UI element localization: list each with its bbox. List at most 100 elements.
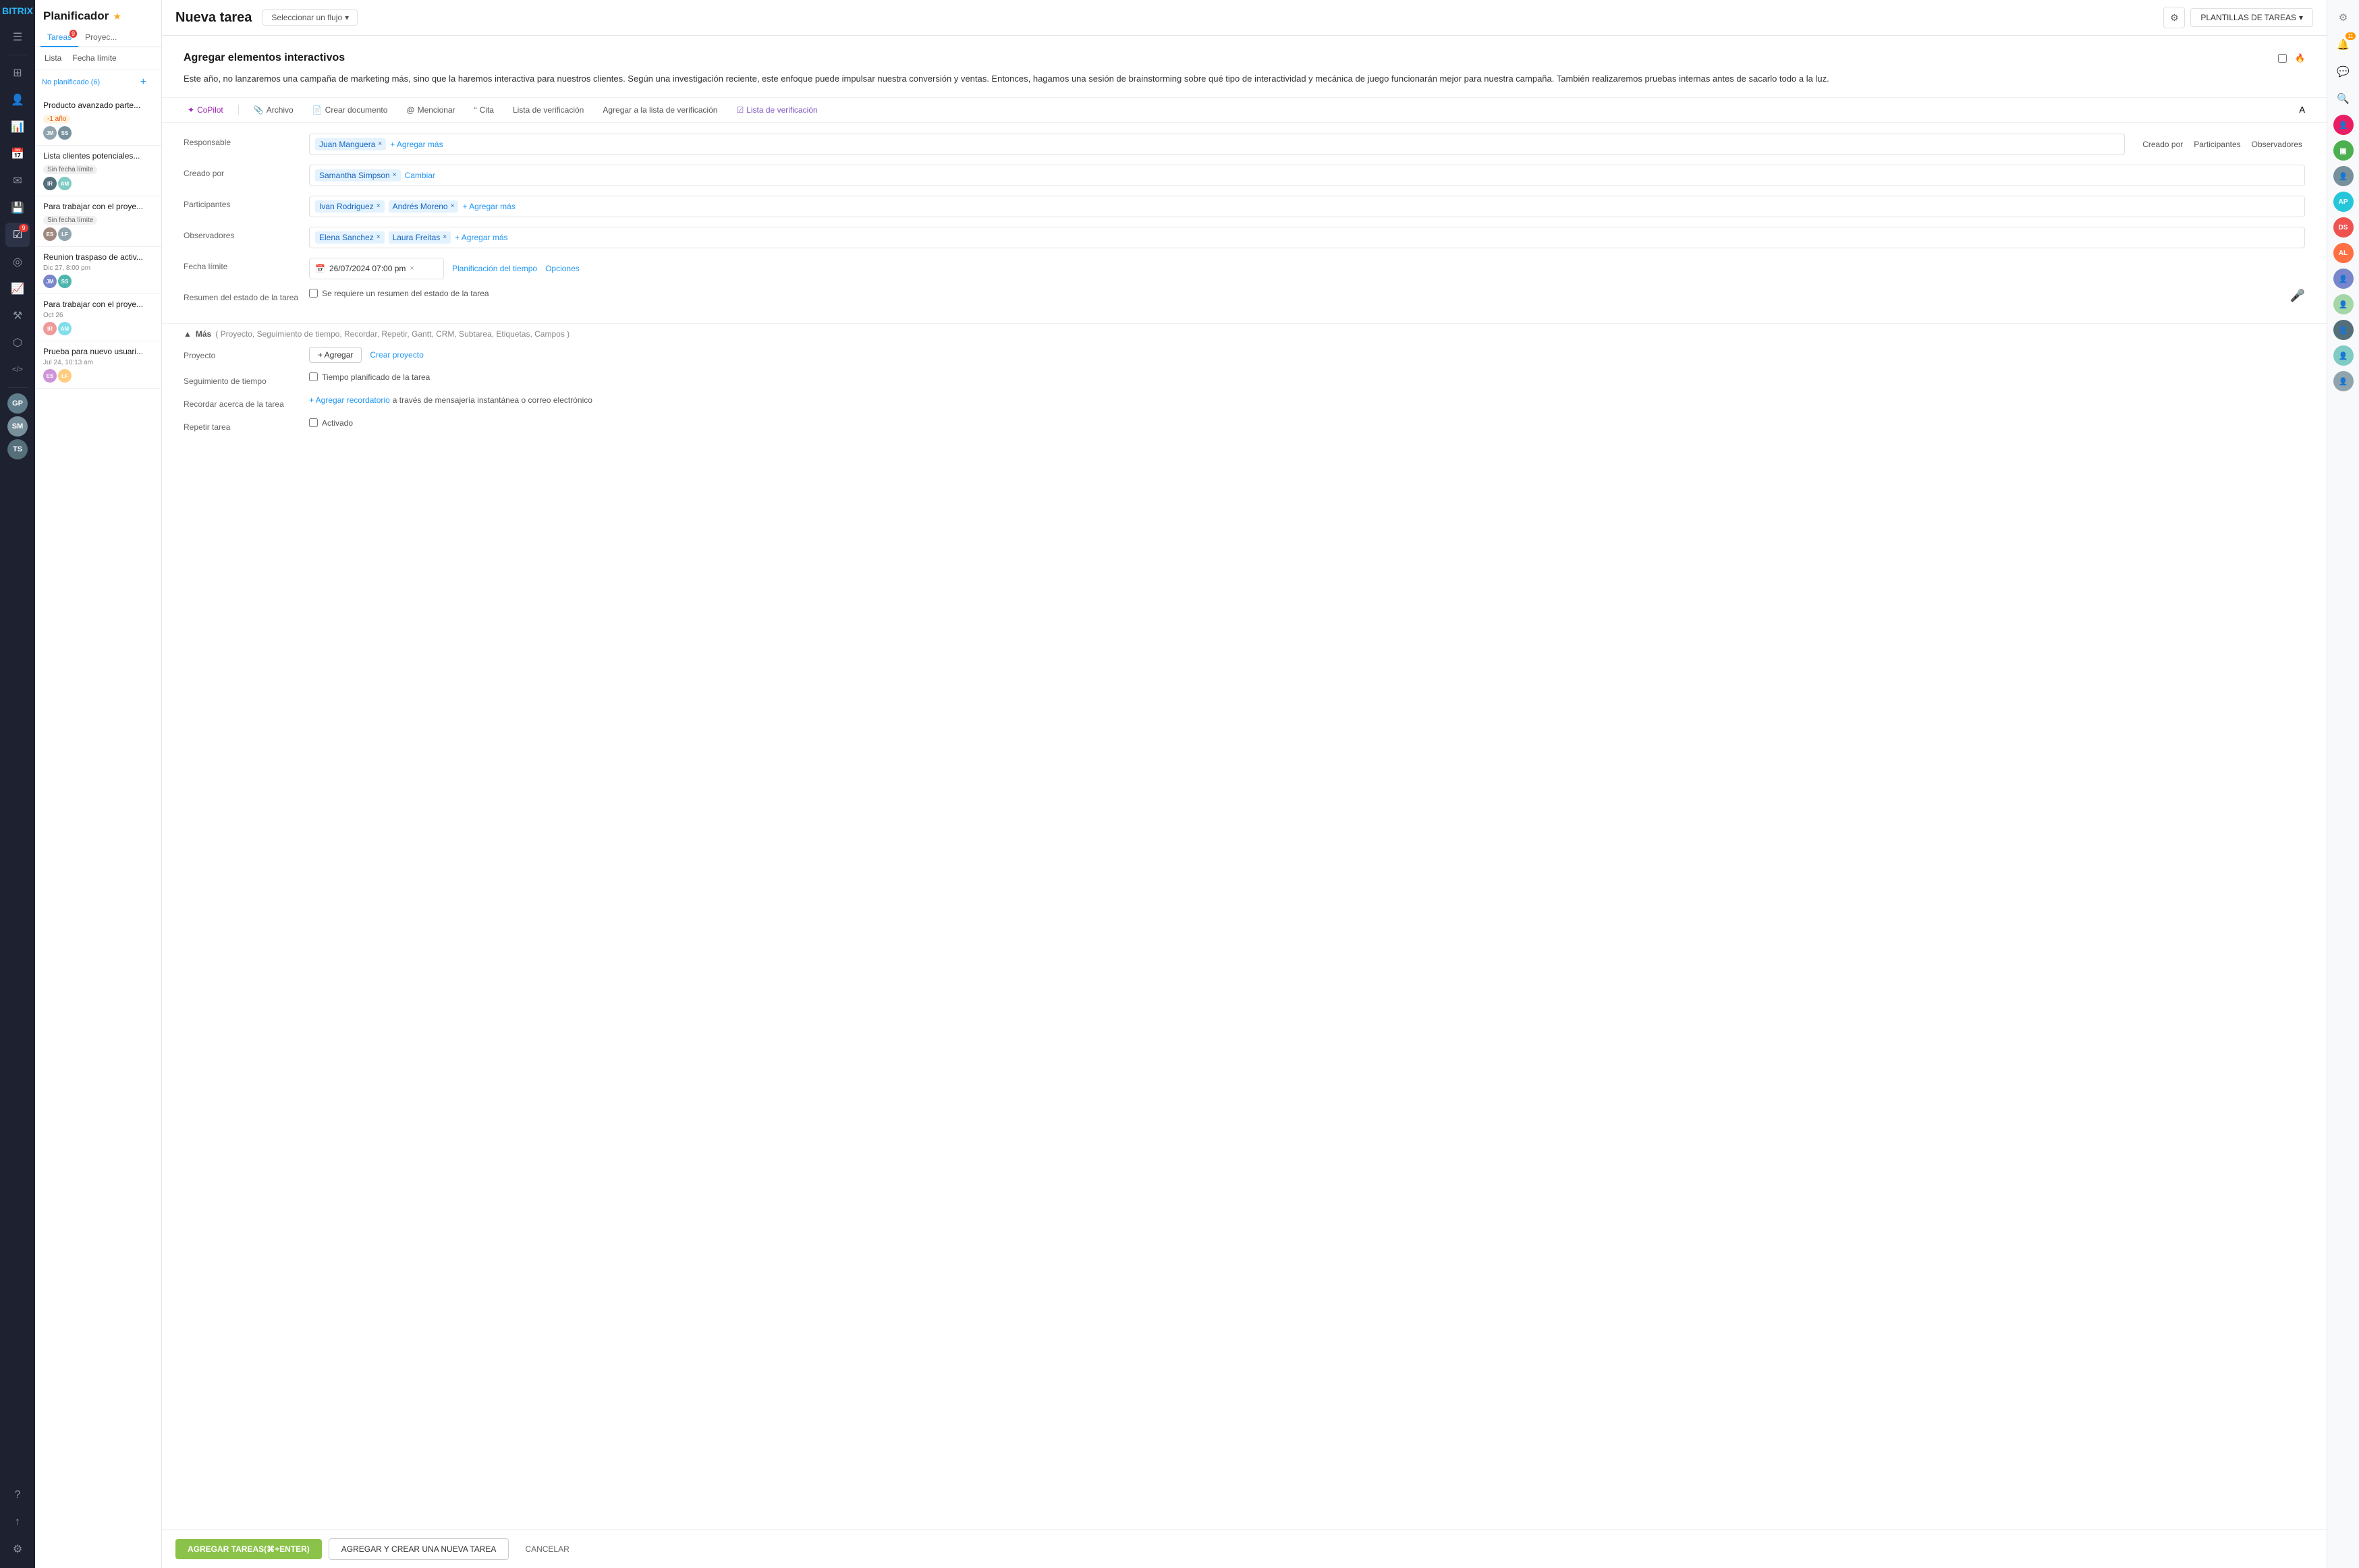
participantes-input-box[interactable]: Ivan Rodriguez × Andrés Moreno × + Agreg… [309, 196, 2305, 217]
notification-icon[interactable]: 🔔 11 [2331, 32, 2356, 57]
fecha-limite-remove[interactable]: × [410, 264, 414, 273]
avatar-5b: AM [58, 322, 72, 335]
seguimiento-checkbox-label: Tiempo planificado de la tarea [322, 372, 430, 382]
proyecto-add-btn[interactable]: + Agregar [309, 347, 362, 363]
puzzle-icon[interactable]: ⬡ [5, 331, 30, 355]
calendar-icon[interactable]: 📅 [5, 142, 30, 166]
tasks-icon[interactable]: ☑ 9 [5, 223, 30, 247]
planner-star-icon[interactable]: ★ [113, 11, 121, 22]
drive-icon[interactable]: 💾 [5, 196, 30, 220]
menu-icon[interactable]: ☰ [5, 25, 30, 49]
tab-participantes[interactable]: Participantes [2191, 138, 2243, 150]
archivo-button[interactable]: 📎 Archivo [250, 103, 298, 117]
flow-selector[interactable]: Seleccionar un flujo ▾ [262, 9, 358, 26]
page-title: Nueva tarea [175, 10, 252, 26]
seguimiento-checkbox[interactable] [309, 372, 318, 381]
crm-icon[interactable]: 📊 [5, 115, 30, 139]
right-avatar-ds[interactable]: DS [2333, 217, 2354, 237]
creado-por-change-btn[interactable]: Cambiar [405, 171, 435, 180]
view-fecha[interactable]: Fecha límite [68, 51, 120, 65]
opciones-link[interactable]: Opciones [545, 264, 580, 273]
sidebar-right: ⚙ 🔔 11 💬 🔍 👤 ▣ 👤 AP DS AL 👤 👤 👤 👤 👤 [2327, 0, 2359, 1568]
planificacion-link[interactable]: Planificación del tiempo [452, 264, 537, 273]
crear-proyecto-link[interactable]: Crear proyecto [370, 350, 423, 360]
home-icon[interactable]: ⊞ [5, 61, 30, 85]
add-and-new-button[interactable]: AGREGAR Y CREAR UNA NUEVA TAREA [329, 1538, 509, 1560]
task-card-2[interactable]: Lista clientes potenciales... Sin fecha … [35, 146, 161, 196]
mencionar-button[interactable]: @ Mencionar [402, 103, 459, 117]
agregar-recordatorio-link[interactable]: + Agregar recordatorio [309, 395, 390, 405]
responsable-input-box[interactable]: Juan Manguera × + Agregar más [309, 134, 2125, 155]
search-right-icon[interactable]: 🔍 [2331, 86, 2356, 111]
add-task-icon[interactable]: + [132, 74, 155, 91]
question-icon[interactable]: ? [5, 1483, 30, 1507]
settings-right-icon[interactable]: ⚙ [2331, 5, 2356, 30]
chat-icon[interactable]: 💬 [2331, 59, 2356, 84]
participante-1-remove[interactable]: × [377, 202, 381, 210]
cita-button[interactable]: “ Cita [470, 103, 498, 117]
view-lista[interactable]: Lista [40, 51, 65, 65]
target-icon[interactable]: ◎ [5, 250, 30, 274]
right-avatar-3[interactable]: 👤 [2333, 166, 2354, 186]
tab-observadores[interactable]: Observadores [2249, 138, 2305, 150]
flame-icon: 🔥 [2295, 53, 2305, 63]
mail-icon[interactable]: ✉ [5, 169, 30, 193]
users-icon[interactable]: ↑ [5, 1510, 30, 1534]
fecha-limite-input[interactable]: 📅 26/07/2024 07:00 pm × [309, 258, 444, 279]
observador-2-remove[interactable]: × [443, 233, 447, 241]
resumen-checkbox[interactable] [309, 289, 318, 298]
observadores-input-box[interactable]: Elena Sanchez × Laura Freitas × + Agrega… [309, 227, 2305, 248]
responsable-remove[interactable]: × [378, 140, 382, 148]
code-icon[interactable]: </> [5, 358, 30, 382]
add-task-button[interactable]: AGREGAR TAREAS(⌘+ENTER) [175, 1539, 322, 1559]
chevron-up-icon: ▲ [184, 329, 192, 339]
observadores-add-btn[interactable]: + Agregar más [455, 233, 507, 242]
task-card-1[interactable]: Producto avanzado parte... -1 año JM SS [35, 95, 161, 146]
tab-tareas[interactable]: Tareas 9 [40, 28, 78, 47]
task-card-5[interactable]: Para trabajar con el proye... Oct 26 IR … [35, 294, 161, 341]
sm-avatar[interactable]: SM [7, 416, 28, 437]
right-avatar-ap[interactable]: AP [2333, 192, 2354, 212]
lista-verif2-button[interactable]: ☑ Lista de verificación [732, 103, 821, 117]
tools-icon[interactable]: ⚒ [5, 304, 30, 328]
mic-icon[interactable]: 🎤 [2290, 289, 2305, 303]
participante-2-remove[interactable]: × [451, 202, 455, 210]
right-avatar-6[interactable]: 👤 [2333, 320, 2354, 340]
tab-creado-por[interactable]: Creado por [2140, 138, 2186, 150]
avatar-6b: LF [58, 369, 72, 383]
tab-proyectos[interactable]: Proyec... [78, 28, 123, 47]
contacts-icon[interactable]: 👤 [5, 88, 30, 112]
right-avatar-8[interactable]: 👤 [2333, 371, 2354, 391]
responsable-add-btn[interactable]: + Agregar más [390, 140, 443, 149]
agregar-lista-button[interactable]: Agregar a la lista de verificación [599, 103, 721, 117]
settings-icon[interactable]: ⚙ [5, 1537, 30, 1561]
right-avatar-al[interactable]: AL [2333, 243, 2354, 263]
templates-button[interactable]: PLANTILLAS DE TAREAS ▾ [2190, 8, 2313, 27]
high-priority-checkbox[interactable] [2278, 54, 2287, 63]
copilot-button[interactable]: ✦ CoPilot [184, 103, 227, 117]
task-card-3[interactable]: Para trabajar con el proye... Sin fecha … [35, 196, 161, 247]
right-avatar-1[interactable]: 👤 [2333, 115, 2354, 135]
participantes-add-btn[interactable]: + Agregar más [462, 202, 515, 211]
task-description-section: Agregar elementos interactivos 🔥 Este añ… [162, 36, 2327, 98]
observador-1-remove[interactable]: × [377, 233, 381, 241]
lista-verif-button[interactable]: Lista de verificación [509, 103, 588, 117]
cancel-button[interactable]: CANCELAR [516, 1539, 578, 1559]
chart-icon[interactable]: 📈 [5, 277, 30, 301]
seguimiento-row: Seguimiento de tiempo Tiempo planificado… [184, 372, 2305, 386]
right-avatar-5[interactable]: 👤 [2333, 294, 2354, 314]
creado-por-remove[interactable]: × [393, 171, 397, 179]
right-avatar-2[interactable]: ▣ [2333, 140, 2354, 161]
task-card-4[interactable]: Reunion traspaso de activ... Dic 27, 8:0… [35, 247, 161, 294]
gear-button[interactable]: ⚙ [2163, 7, 2185, 28]
font-size-icon[interactable]: A [2299, 105, 2305, 115]
repetir-checkbox[interactable] [309, 418, 318, 427]
crear-doc-button[interactable]: 📄 Crear documento [308, 103, 392, 117]
task-card-6[interactable]: Prueba para nuevo usuari... Jul 24, 10:1… [35, 341, 161, 389]
right-avatar-4[interactable]: 👤 [2333, 269, 2354, 289]
gp-avatar[interactable]: GP [7, 393, 28, 414]
right-avatar-7[interactable]: 👤 [2333, 345, 2354, 366]
mas-header[interactable]: ▲ Más ( Proyecto, Seguimiento de tiempo,… [184, 329, 2305, 339]
creado-por-input-box[interactable]: Samantha Simpson × Cambiar [309, 165, 2305, 186]
ts-avatar[interactable]: TS [7, 439, 28, 459]
